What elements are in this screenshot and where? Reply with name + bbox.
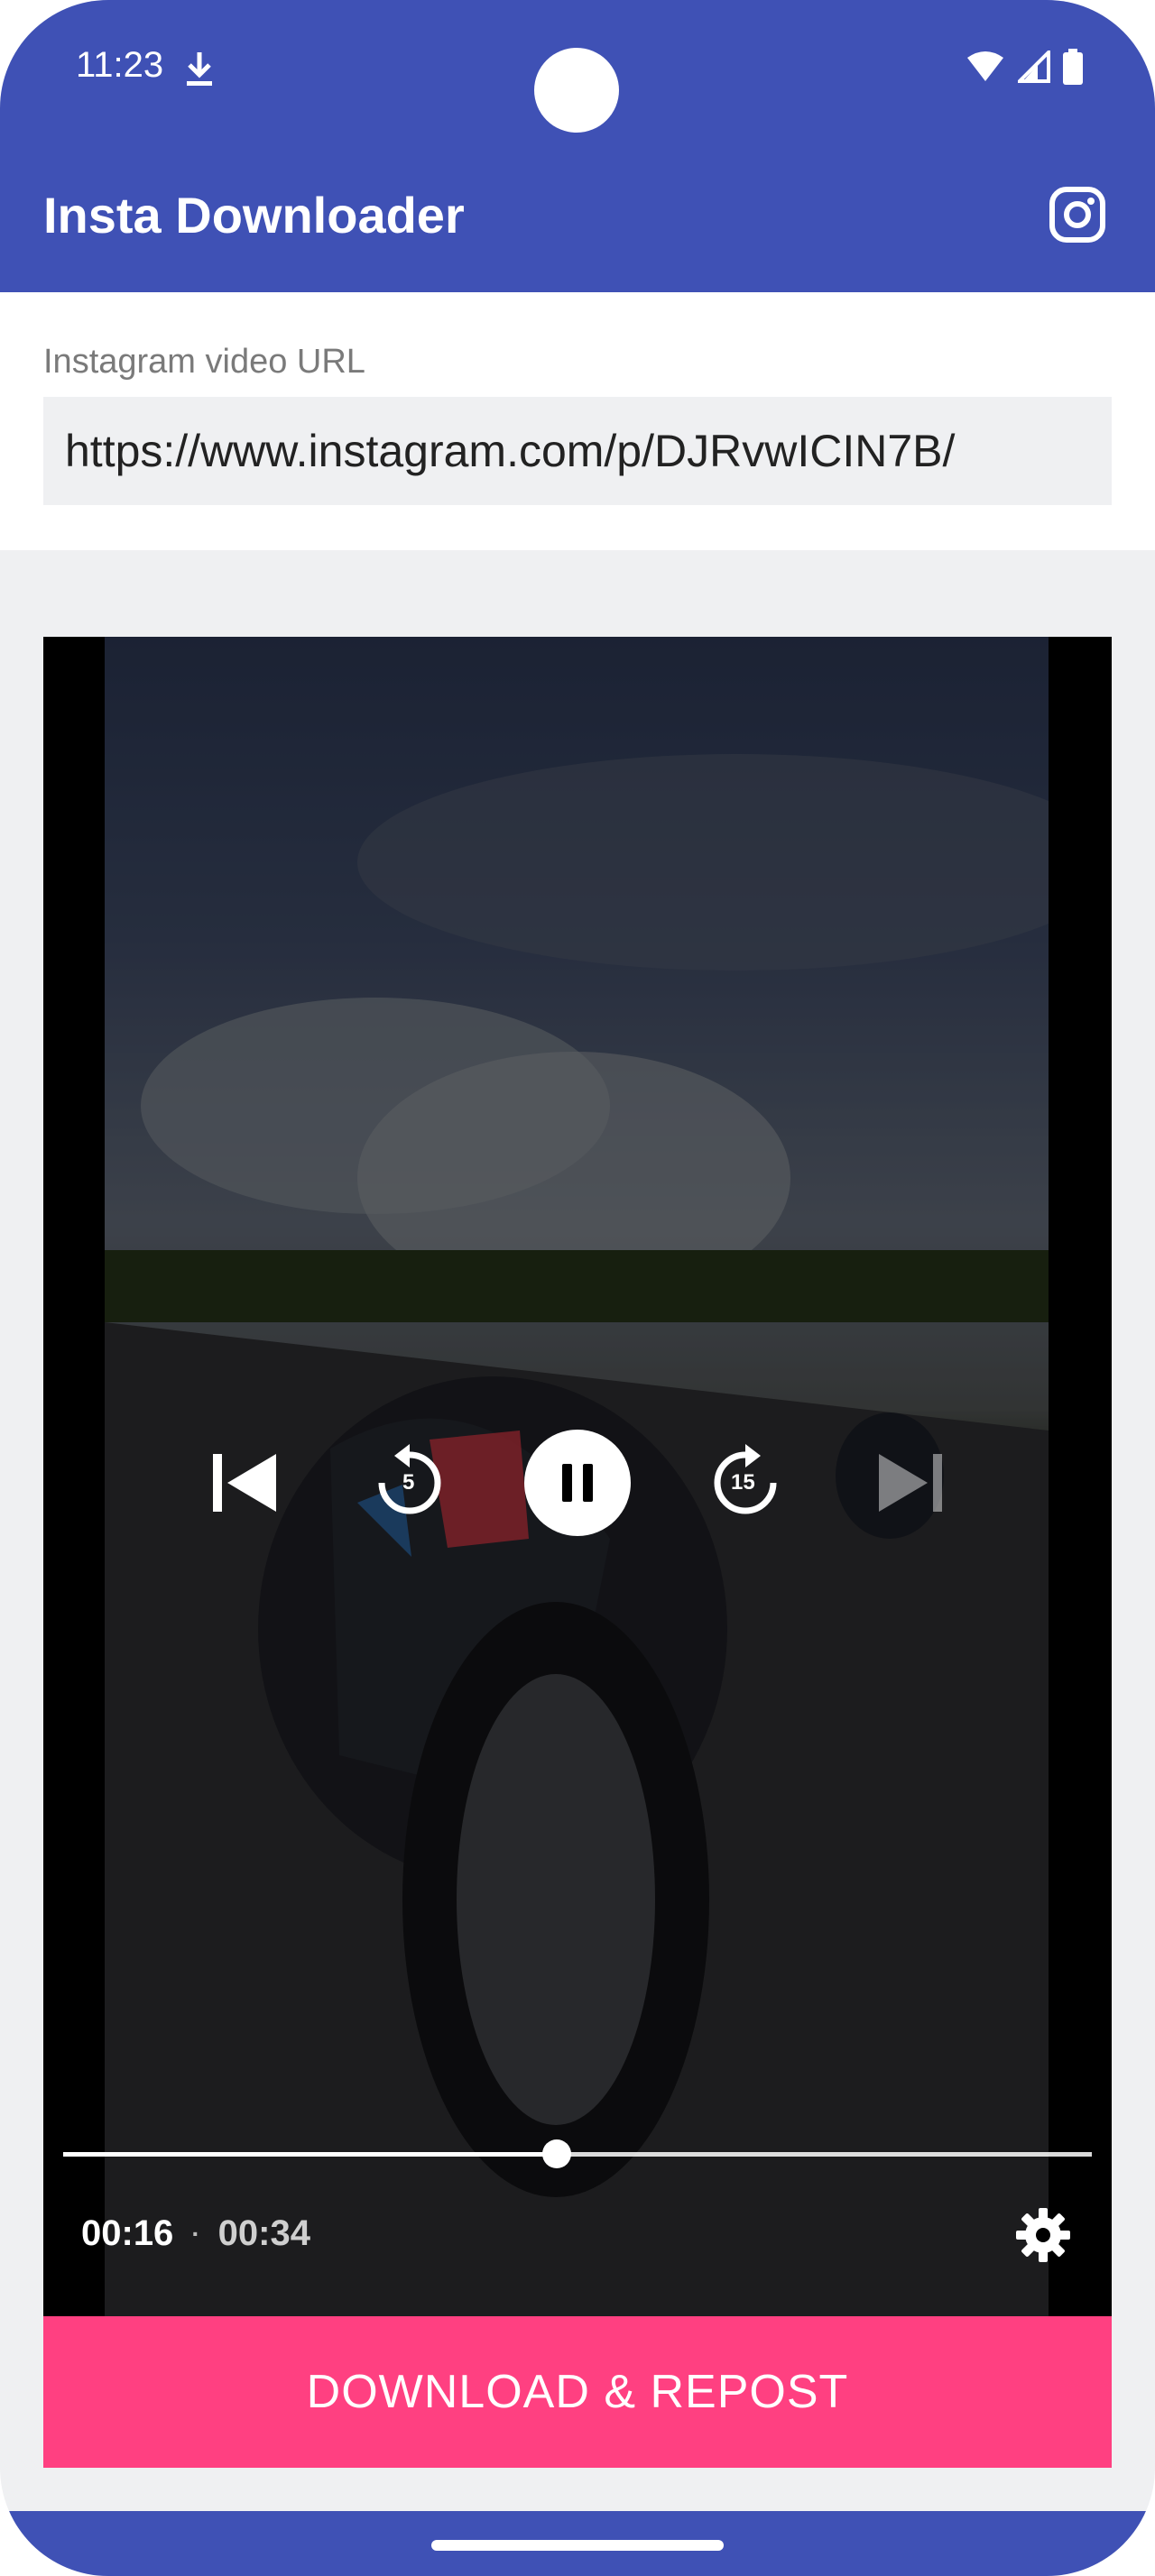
time-display: 00:16 · 00:34	[81, 2213, 310, 2254]
seek-bar[interactable]	[63, 2139, 1092, 2168]
settings-icon[interactable]	[1014, 2206, 1072, 2268]
pause-button[interactable]	[522, 1427, 633, 1539]
download-icon	[184, 51, 215, 91]
home-indicator[interactable]	[431, 2540, 724, 2551]
forward-seconds: 15	[731, 1470, 755, 1495]
navigation-bar	[0, 2511, 1155, 2576]
current-time: 00:16	[81, 2213, 174, 2253]
time-separator: ·	[191, 2219, 200, 2248]
wifi-icon	[966, 51, 1005, 87]
instagram-icon[interactable]	[1049, 186, 1106, 248]
rewind-5-icon[interactable]: 5	[354, 1427, 466, 1539]
app-bar: 11:23 Insta Downloader	[0, 0, 1155, 292]
app-screen: 11:23 Insta Downloader Instagram video U…	[0, 0, 1155, 2576]
battery-icon	[1063, 49, 1083, 89]
app-title: Insta Downloader	[43, 187, 465, 244]
url-label: Instagram video URL	[43, 343, 365, 381]
rewind-seconds: 5	[402, 1470, 415, 1495]
seek-bar-thumb[interactable]	[542, 2139, 572, 2168]
seek-bar-played	[63, 2152, 558, 2157]
camera-cutout	[534, 48, 619, 133]
url-section: Instagram video URL https://www.instagra…	[0, 292, 1155, 550]
url-input[interactable]: https://www.instagram.com/p/DJRvwICIN7B/	[43, 397, 1112, 505]
status-time: 11:23	[76, 45, 164, 85]
signal-icon	[1015, 48, 1050, 87]
next-icon[interactable]	[855, 1427, 967, 1539]
playback-controls: 5 15	[43, 1427, 1112, 1539]
status-icons	[966, 48, 1083, 89]
video-player[interactable]: 5 15 00:16 · 00:34	[43, 637, 1112, 2316]
forward-15-icon[interactable]: 15	[689, 1427, 801, 1539]
previous-icon[interactable]	[188, 1427, 300, 1539]
total-duration: 00:34	[217, 2213, 310, 2253]
download-repost-button[interactable]: DOWNLOAD & REPOST	[43, 2316, 1112, 2468]
